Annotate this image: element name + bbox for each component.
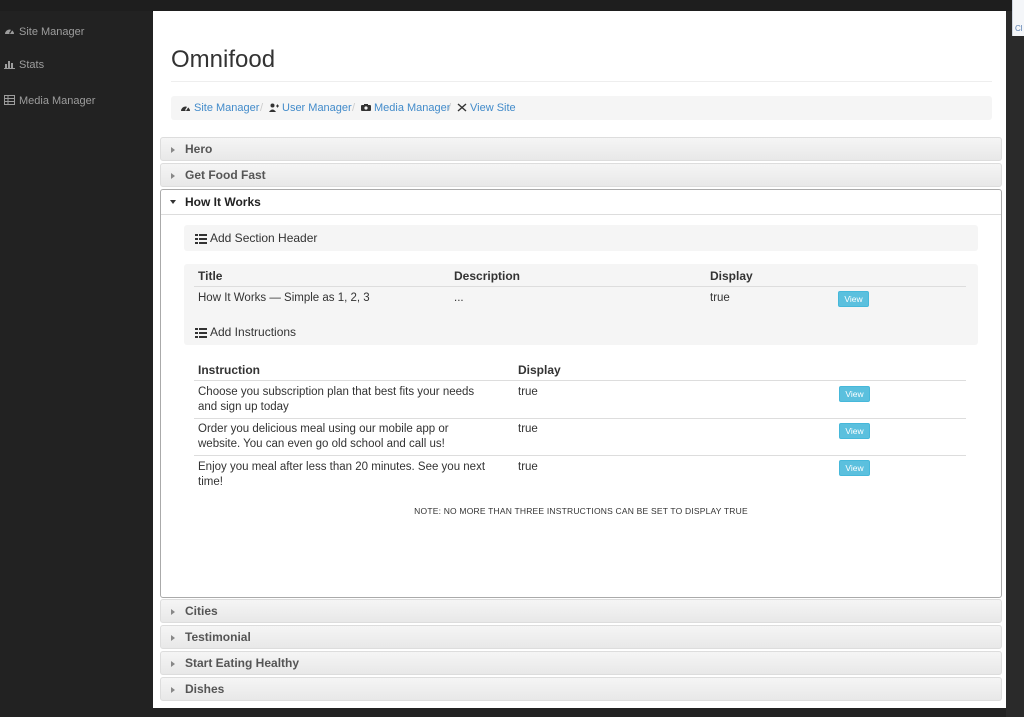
breadcrumb-label: Site Manager	[194, 102, 260, 114]
section-title: How It Works	[185, 195, 261, 209]
sidebar-item-site-manager[interactable]: Site Manager	[4, 23, 84, 41]
breadcrumb-site-manager[interactable]: Site Manager	[180, 96, 259, 120]
column-header-display: Display	[518, 363, 561, 377]
view-header-button[interactable]: View	[838, 291, 869, 307]
breadcrumb-label: Media Manager	[374, 102, 451, 114]
section-title: Get Food Fast	[185, 168, 266, 182]
table-icon	[4, 95, 15, 105]
instruction-text-line: time!	[198, 476, 223, 488]
sidebar-item-label: Site Manager	[19, 26, 85, 38]
table-divider	[194, 286, 966, 287]
instruction-text-line: website. You can even go old school and …	[198, 438, 445, 450]
section-start-eating-healthy[interactable]: Start Eating Healthy	[160, 651, 1002, 675]
breadcrumb-separator: /	[352, 102, 356, 114]
breadcrumb-separator: /	[448, 102, 452, 114]
add-section-header-label: Add Section Header	[210, 231, 318, 245]
section-how-it-works-header[interactable]: How It Works	[161, 190, 1001, 215]
table-divider	[194, 380, 966, 381]
instruction-text-line: and sign up today	[198, 401, 289, 413]
view-instruction-button[interactable]: View	[839, 460, 870, 476]
header-row-title: How It Works — Simple as 1, 2, 3	[198, 292, 370, 304]
column-header-instruction: Instruction	[198, 363, 260, 377]
corner-panel: Cl	[1012, 0, 1024, 36]
bar-chart-icon	[4, 61, 15, 69]
chevron-right-icon	[171, 661, 175, 667]
chevron-right-icon	[171, 635, 175, 641]
breadcrumb-user-manager[interactable]: User Manager	[269, 96, 352, 120]
section-title: Cities	[185, 604, 218, 618]
header-row-description: ...	[454, 292, 464, 304]
section-get-food-fast[interactable]: Get Food Fast	[160, 163, 1002, 187]
section-title: Testimonial	[185, 630, 251, 644]
column-header-title: Title	[198, 269, 223, 283]
page-title: Omnifood	[171, 46, 276, 73]
add-instructions-label: Add Instructions	[210, 325, 297, 339]
instruction-display: true	[518, 423, 538, 435]
section-title: Start Eating Healthy	[185, 656, 300, 670]
tools-icon	[457, 103, 467, 112]
instruction-text-line: Order you delicious meal using our mobil…	[198, 423, 449, 435]
add-instructions-button[interactable]: Add Instructions	[195, 324, 296, 340]
sidebar-item-label: Stats	[19, 59, 45, 71]
chevron-right-icon	[171, 687, 175, 693]
sidebar-item-label: Media Manager	[19, 95, 96, 107]
instruction-display: true	[518, 386, 538, 398]
breadcrumb-label: View Site	[470, 102, 516, 114]
breadcrumb-separator: /	[260, 102, 264, 114]
title-divider	[171, 81, 992, 82]
table-divider	[194, 455, 966, 456]
dashboard-icon	[5, 29, 14, 34]
chevron-down-icon	[170, 200, 176, 204]
window-edge	[1006, 11, 1024, 717]
breadcrumb-label: User Manager	[282, 102, 352, 114]
add-section-header-button[interactable]: Add Section Header	[195, 230, 317, 246]
sidebar-item-media-manager[interactable]: Media Manager	[4, 92, 95, 110]
instructions-note: NOTE: NO MORE THAN THREE INSTRUCTIONS CA…	[414, 506, 748, 516]
section-title: Hero	[185, 142, 213, 156]
sidebar-item-stats[interactable]: Stats	[4, 56, 44, 74]
section-testimonial[interactable]: Testimonial	[160, 625, 1002, 649]
view-instruction-button[interactable]: View	[839, 423, 870, 439]
column-header-display: Display	[710, 269, 753, 283]
section-cities[interactable]: Cities	[160, 599, 1002, 623]
section-title: Dishes	[185, 682, 225, 696]
instruction-display: true	[518, 461, 538, 473]
chevron-right-icon	[171, 147, 175, 153]
user-plus-icon	[269, 103, 279, 112]
breadcrumb-view-site[interactable]: View Site	[457, 96, 516, 120]
breadcrumb: Site Manager / User Manager / Media Mana…	[171, 96, 992, 120]
breadcrumb-media-manager[interactable]: Media Manager	[361, 96, 450, 120]
header-row-display: true	[710, 292, 730, 304]
section-hero[interactable]: Hero	[160, 137, 1002, 161]
chevron-right-icon	[171, 173, 175, 179]
chevron-right-icon	[171, 609, 175, 615]
instruction-text-line: Enjoy you meal after less than 20 minute…	[198, 461, 486, 473]
section-dishes[interactable]: Dishes	[160, 677, 1002, 701]
instruction-text-line: Choose you subscription plan that best f…	[198, 386, 475, 398]
dashboard-icon	[181, 106, 190, 111]
column-header-description: Description	[454, 269, 521, 283]
table-divider	[194, 418, 966, 419]
list-icon	[195, 234, 207, 244]
list-icon	[195, 328, 207, 338]
view-instruction-button[interactable]: View	[839, 386, 870, 402]
corner-text: Cl	[1015, 24, 1023, 33]
camera-icon	[361, 104, 371, 111]
sidebar: Site Manager Stats Media Manager	[0, 11, 152, 717]
